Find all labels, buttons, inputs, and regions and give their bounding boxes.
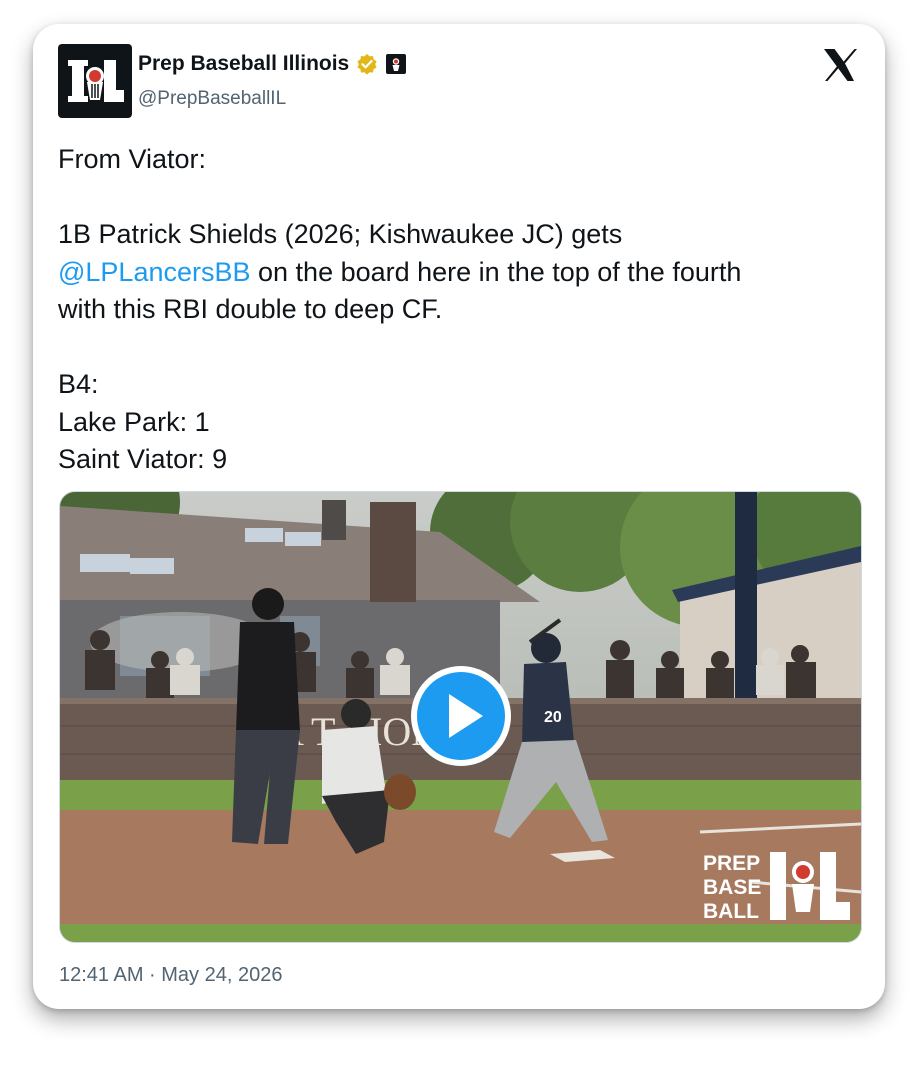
tweet-line: B4: (58, 369, 99, 399)
tweet-line: Saint Viator: 9 (58, 444, 228, 474)
prep-baseball-il-logo-icon (68, 60, 124, 102)
tweet-line: with this RBI double to deep CF. (58, 294, 443, 324)
gold-verified-badge-icon (357, 54, 377, 75)
tweet-line: From Viator: (58, 144, 207, 174)
watermark-line: PREP (703, 852, 760, 875)
account-handle[interactable]: @PrepBaseballIL (138, 88, 286, 110)
watermark-line: BASE (703, 876, 761, 899)
display-name[interactable]: Prep Baseball Illinois (138, 52, 349, 76)
video-player[interactable]: A T LIONS 20 (59, 491, 862, 943)
tweet-timestamp[interactable]: 12:41 AM · May 24, 2026 (59, 964, 282, 987)
tweet-card: Prep Baseball Illinois @PrepBaseballIL F… (33, 24, 885, 1009)
account-avatar[interactable] (58, 44, 132, 118)
account-name-row: Prep Baseball Illinois (138, 52, 407, 76)
watermark-line: BALL (703, 900, 759, 923)
tweet-line: 1B Patrick Shields (2026; Kishwaukee JC)… (58, 219, 623, 249)
prep-baseball-affiliate-icon[interactable] (385, 53, 407, 75)
tweet-line: @LPLancersBB on the board here in the to… (58, 254, 858, 292)
player-number: 20 (544, 709, 562, 726)
tweet-line: Lake Park: 1 (58, 406, 210, 437)
prep-baseball-watermark: PREP BASE BALL (703, 852, 850, 923)
tweet-line-rest: on the board here in the top of the four… (250, 256, 742, 287)
mention-link[interactable]: @LPLancersBB (58, 257, 251, 287)
tweet-body: From Viator: 1B Patrick Shields (2026; K… (58, 141, 858, 479)
x-logo-icon[interactable] (823, 48, 859, 82)
play-button-icon[interactable] (409, 664, 513, 768)
